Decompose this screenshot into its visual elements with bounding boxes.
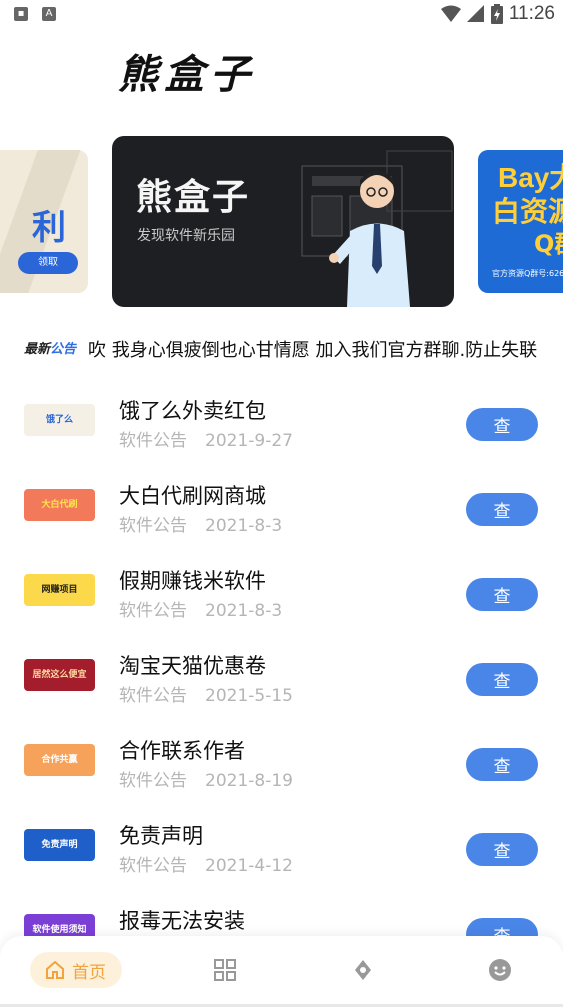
list-item[interactable]: 居然这么便宜 淘宝天猫优惠卷软件公告 2021-5-15 查 [0,635,563,720]
item-title: 合作联系作者 [119,739,245,763]
item-title: 报毒无法安装 [119,909,245,933]
view-button[interactable]: 查 [466,578,538,611]
item-thumbnail-text: 居然这么便宜 [32,670,87,680]
item-date: 2021-9-27 [205,431,293,451]
item-meta: 软件公告 2021-8-19 [119,766,293,791]
item-thumbnail: 饿了么 [24,404,95,436]
status-right: 11:26 [440,3,555,25]
item-date: 2021-5-15 [205,686,293,706]
item-title: 假期赚钱米软件 [119,569,266,593]
item-category: 软件公告 [119,601,187,621]
notice-list: 饿了么 饿了么外卖红包 软件公告 2021-9-27 查大白代刷 大白代刷网商城 软件公告 2… [0,380,563,975]
profile-smile-icon[interactable] [488,958,512,982]
announcement-tag-latest: 最新 [24,342,51,357]
item-meta: 软件公告 2021-8-3 [119,596,282,621]
screen: ▪ A 11:26 熊盒子 利 领取 熊盒子 发现软件新乐园 Bay 白资源 Q… [0,0,563,1007]
item-thumbnail: 大白代刷 [24,489,95,521]
notification-app-icon: ▪ [14,7,28,21]
banner-illustration [301,150,453,307]
item-title: 淘宝天猫优惠卷 [119,654,266,678]
wifi-icon [440,5,461,22]
list-item[interactable]: 饿了么 饿了么外卖红包软件公告 2021-9-27 查 [0,380,563,465]
view-button[interactable]: 查 [466,493,538,526]
item-date: 2021-8-3 [205,516,283,536]
announcement-marquee[interactable]: 吹 我身心俱疲倒也心甘情愿 加入我们官方群聊.防止失联 [88,336,563,362]
keyboard-a-icon: A [42,7,56,21]
item-meta: 软件公告 2021-8-3 [119,511,282,536]
list-item[interactable]: 合作共赢 合作联系作者软件公告 2021-8-19 查 [0,720,563,805]
item-category: 软件公告 [119,856,187,876]
item-title: 大白代刷网商城 [119,484,266,508]
banner-next[interactable]: Bay大 白资源 Q群 官方资源Q群号:626 [478,150,563,293]
item-thumbnail-text: 合作共赢 [41,755,78,765]
item-thumbnail: 免责声明 [24,829,95,861]
nav-home[interactable]: 首页 [30,952,122,988]
item-meta: 软件公告 2021-9-27 [119,426,293,451]
item-category: 软件公告 [119,431,187,451]
view-button[interactable]: 查 [466,748,538,781]
banner-next-footer: 官方资源Q群号:626 [492,269,563,278]
item-date: 2021-8-3 [205,601,283,621]
banner-prev-text: 利 [32,208,66,248]
banner-title: 熊盒子 [136,177,251,218]
nav-home-label: 首页 [72,962,106,983]
item-title: 饿了么外卖红包 [119,399,266,423]
signal-icon [466,5,484,22]
view-button[interactable]: 查 [466,833,538,866]
status-bar: ▪ A 11:26 [0,0,563,30]
list-item[interactable]: 免责声明 免责声明 软件公告 2021-4-12 查 [0,805,563,890]
home-icon [46,961,64,979]
banner-subtitle: 发现软件新乐园 [137,228,235,244]
item-thumbnail-text: 网赚项目 [41,585,78,595]
item-thumbnail-text: 大白代刷 [41,500,78,510]
item-thumbnail-text: 免责声明 [41,840,78,850]
item-meta: 软件公告 2021-5-15 [119,681,293,706]
banner-next-line3: Q群 [534,230,563,258]
list-item[interactable]: 网赚项目 假期赚钱米软件软件公告 2021-8-3 查 [0,550,563,635]
item-date: 2021-4-12 [205,856,293,876]
discover-icon[interactable] [351,958,375,982]
item-category: 软件公告 [119,686,187,706]
item-meta: 软件公告 2021-4-12 [119,851,293,876]
item-title: 免责声明 [119,824,203,848]
announcement-tag-notice: 公告 [50,342,77,357]
status-time: 11:26 [508,3,555,24]
item-category: 软件公告 [119,516,187,536]
banner-prev-pill: 领取 [18,252,78,274]
bottom-nav: 首页 [0,936,563,1007]
list-item[interactable]: 大白代刷 大白代刷网商城软件公告 2021-8-3 查 [0,465,563,550]
view-button[interactable]: 查 [466,408,538,441]
banner-prev[interactable]: 利 领取 [0,150,88,293]
announcement-tag: 最新公告 [24,338,76,357]
banner-current[interactable]: 熊盒子 发现软件新乐园 [112,136,454,307]
item-thumbnail-text: 饿了么 [45,415,73,425]
item-category: 软件公告 [119,771,187,791]
view-button[interactable]: 查 [466,663,538,696]
item-thumbnail: 合作共赢 [24,744,95,776]
status-left-icons: ▪ A [14,7,56,21]
app-logo: 熊盒子 [118,51,256,98]
item-thumbnail-text: 软件使用须知 [32,925,87,935]
item-thumbnail: 居然这么便宜 [24,659,95,691]
item-date: 2021-8-19 [205,771,293,791]
grid-icon[interactable] [213,958,237,982]
item-thumbnail: 网赚项目 [24,574,95,606]
battery-icon [490,4,503,24]
